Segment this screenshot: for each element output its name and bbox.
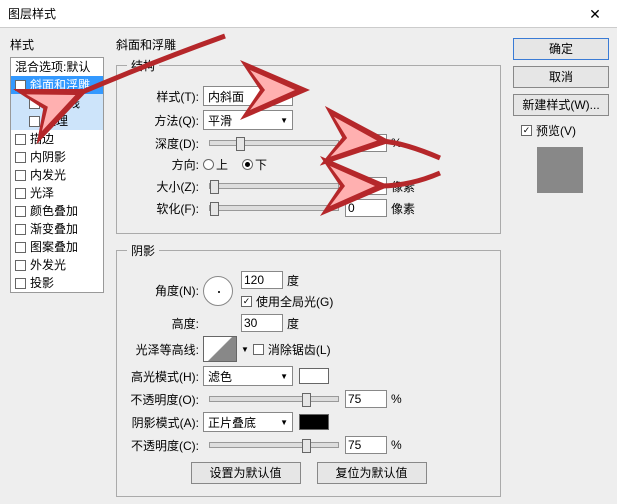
checkbox-icon[interactable] <box>15 224 26 235</box>
style-sidebar: 样式 混合选项:默认 ✓斜面和浮雕 等高线 纹理 描边 内阴影 内发光 光泽 颜… <box>0 28 108 504</box>
altitude-input[interactable]: 30 <box>241 314 283 332</box>
shadow-opacity-slider[interactable] <box>209 442 339 448</box>
depth-slider[interactable] <box>209 140 339 146</box>
panel-title: 斜面和浮雕 <box>116 36 501 53</box>
chevron-down-icon: ▼ <box>280 418 288 427</box>
checkbox-icon[interactable]: ✓ <box>15 80 26 91</box>
shadow-opacity-input[interactable]: 75 <box>345 436 387 454</box>
soften-unit: 像素 <box>391 200 415 217</box>
highlight-mode-dropdown[interactable]: 滤色▼ <box>203 366 293 386</box>
shadow-opacity-unit: % <box>391 438 402 452</box>
sidebar-item-stroke[interactable]: 描边 <box>11 130 103 148</box>
style-list: 混合选项:默认 ✓斜面和浮雕 等高线 纹理 描边 内阴影 内发光 光泽 颜色叠加… <box>10 57 104 293</box>
checkbox-icon[interactable] <box>29 116 40 127</box>
antialias-check[interactable] <box>253 344 264 355</box>
soften-input[interactable]: 0 <box>345 199 387 217</box>
gloss-contour-label: 光泽等高线: <box>127 341 199 358</box>
angle-input[interactable]: 120 <box>241 271 283 289</box>
highlight-opacity-slider[interactable] <box>209 396 339 402</box>
shadow-group: 阴影 角度(N): 120 度 ✓ 使用全局光(G) 高度: <box>116 242 501 497</box>
soften-slider[interactable] <box>209 205 339 211</box>
checkbox-icon[interactable] <box>29 98 40 109</box>
highlight-opacity-unit: % <box>391 392 402 406</box>
sidebar-item-outer-glow[interactable]: 外发光 <box>11 256 103 274</box>
checkbox-icon[interactable] <box>15 152 26 163</box>
depth-label: 深度(D): <box>127 135 199 152</box>
shadow-mode-dropdown[interactable]: 正片叠底▼ <box>203 412 293 432</box>
direction-down-radio[interactable] <box>242 159 253 170</box>
reset-default-button[interactable]: 复位为默认值 <box>317 462 427 484</box>
cancel-button[interactable]: 取消 <box>513 66 609 88</box>
preview-checkbox[interactable]: ✓ <box>521 125 532 136</box>
highlight-opacity-label: 不透明度(O): <box>127 391 199 408</box>
angle-unit: 度 <box>287 272 299 289</box>
sidebar-item-inner-glow[interactable]: 内发光 <box>11 166 103 184</box>
sidebar-label: 样式 <box>10 36 104 53</box>
checkbox-icon[interactable] <box>15 260 26 271</box>
sidebar-item-pattern-overlay[interactable]: 图案叠加 <box>11 238 103 256</box>
sidebar-item-bevel[interactable]: ✓斜面和浮雕 <box>11 76 103 94</box>
sidebar-item-blend[interactable]: 混合选项:默认 <box>11 58 103 76</box>
size-unit: 像素 <box>391 178 415 195</box>
style-dropdown[interactable]: 内斜面▼ <box>203 86 293 106</box>
checkbox-icon[interactable] <box>15 206 26 217</box>
angle-dial[interactable] <box>203 276 233 306</box>
structure-legend: 结构 <box>127 57 159 74</box>
settings-panel: 斜面和浮雕 结构 样式(T): 内斜面▼ 方法(Q): 平滑▼ 深度(D): 2… <box>108 28 509 504</box>
sidebar-item-drop-shadow[interactable]: 投影 <box>11 274 103 292</box>
sidebar-item-texture[interactable]: 纹理 <box>11 112 103 130</box>
shadow-mode-label: 阴影模式(A): <box>127 414 199 431</box>
chevron-down-icon[interactable]: ▼ <box>241 345 249 354</box>
size-input[interactable]: 2 <box>345 177 387 195</box>
sidebar-item-contour[interactable]: 等高线 <box>11 94 103 112</box>
titlebar: 图层样式 ✕ <box>0 0 617 28</box>
preview-label: 预览(V) <box>536 122 576 139</box>
highlight-mode-label: 高光模式(H): <box>127 368 199 385</box>
window-title: 图层样式 <box>8 5 56 22</box>
soften-label: 软化(F): <box>127 200 199 217</box>
direction-label: 方向: <box>127 156 199 173</box>
sidebar-item-inner-shadow[interactable]: 内阴影 <box>11 148 103 166</box>
direction-up-radio[interactable] <box>203 159 214 170</box>
size-label: 大小(Z): <box>127 178 199 195</box>
global-light-label: 使用全局光(G) <box>256 293 333 310</box>
depth-unit: % <box>391 136 402 150</box>
dialog-buttons: 确定 取消 新建样式(W)... ✓ 预览(V) <box>509 28 617 504</box>
shadow-opacity-label: 不透明度(C): <box>127 437 199 454</box>
size-slider[interactable] <box>209 183 339 189</box>
shadow-legend: 阴影 <box>127 242 159 259</box>
chevron-down-icon: ▼ <box>280 372 288 381</box>
structure-group: 结构 样式(T): 内斜面▼ 方法(Q): 平滑▼ 深度(D): 205 % 方… <box>116 57 501 234</box>
checkbox-icon[interactable] <box>15 242 26 253</box>
chevron-down-icon: ▼ <box>280 116 288 125</box>
depth-input[interactable]: 205 <box>345 134 387 152</box>
highlight-opacity-input[interactable]: 75 <box>345 390 387 408</box>
preview-swatch <box>537 147 583 193</box>
checkbox-icon[interactable] <box>15 188 26 199</box>
gloss-contour-picker[interactable] <box>203 336 237 362</box>
new-style-button[interactable]: 新建样式(W)... <box>513 94 609 116</box>
sidebar-item-gradient-overlay[interactable]: 渐变叠加 <box>11 220 103 238</box>
sidebar-item-satin[interactable]: 光泽 <box>11 184 103 202</box>
method-dropdown[interactable]: 平滑▼ <box>203 110 293 130</box>
antialias-label: 消除锯齿(L) <box>268 341 331 358</box>
checkbox-icon[interactable] <box>15 278 26 289</box>
checkbox-icon[interactable] <box>15 134 26 145</box>
shadow-color-swatch[interactable] <box>299 414 329 430</box>
global-light-check[interactable]: ✓ <box>241 296 252 307</box>
highlight-color-swatch[interactable] <box>299 368 329 384</box>
sidebar-item-color-overlay[interactable]: 颜色叠加 <box>11 202 103 220</box>
method-label: 方法(Q): <box>127 112 199 129</box>
style-label: 样式(T): <box>127 88 199 105</box>
checkbox-icon[interactable] <box>15 170 26 181</box>
altitude-label: 高度: <box>127 315 199 332</box>
altitude-unit: 度 <box>287 315 299 332</box>
ok-button[interactable]: 确定 <box>513 38 609 60</box>
close-icon[interactable]: ✕ <box>573 0 617 28</box>
angle-label: 角度(N): <box>127 282 199 299</box>
chevron-down-icon: ▼ <box>280 92 288 101</box>
set-default-button[interactable]: 设置为默认值 <box>191 462 301 484</box>
